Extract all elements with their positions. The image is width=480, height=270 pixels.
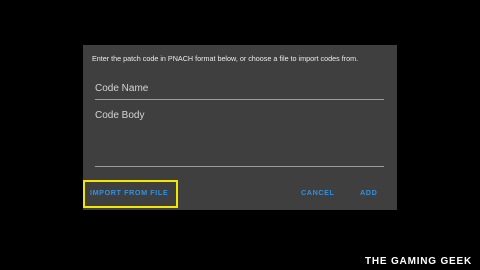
code-name-placeholder: Code Name <box>95 83 149 94</box>
dialog-instructions: Enter the patch code in PNACH format bel… <box>92 54 359 63</box>
code-name-field[interactable]: Code Name <box>95 81 384 100</box>
code-body-field[interactable]: Code Body <box>95 108 384 167</box>
import-button-highlight-box <box>83 180 178 208</box>
add-button[interactable]: ADD <box>360 188 377 197</box>
code-body-placeholder: Code Body <box>95 110 145 121</box>
watermark-logo: THE GAMING GEEK <box>364 256 472 267</box>
cancel-button[interactable]: CANCEL <box>301 188 335 197</box>
